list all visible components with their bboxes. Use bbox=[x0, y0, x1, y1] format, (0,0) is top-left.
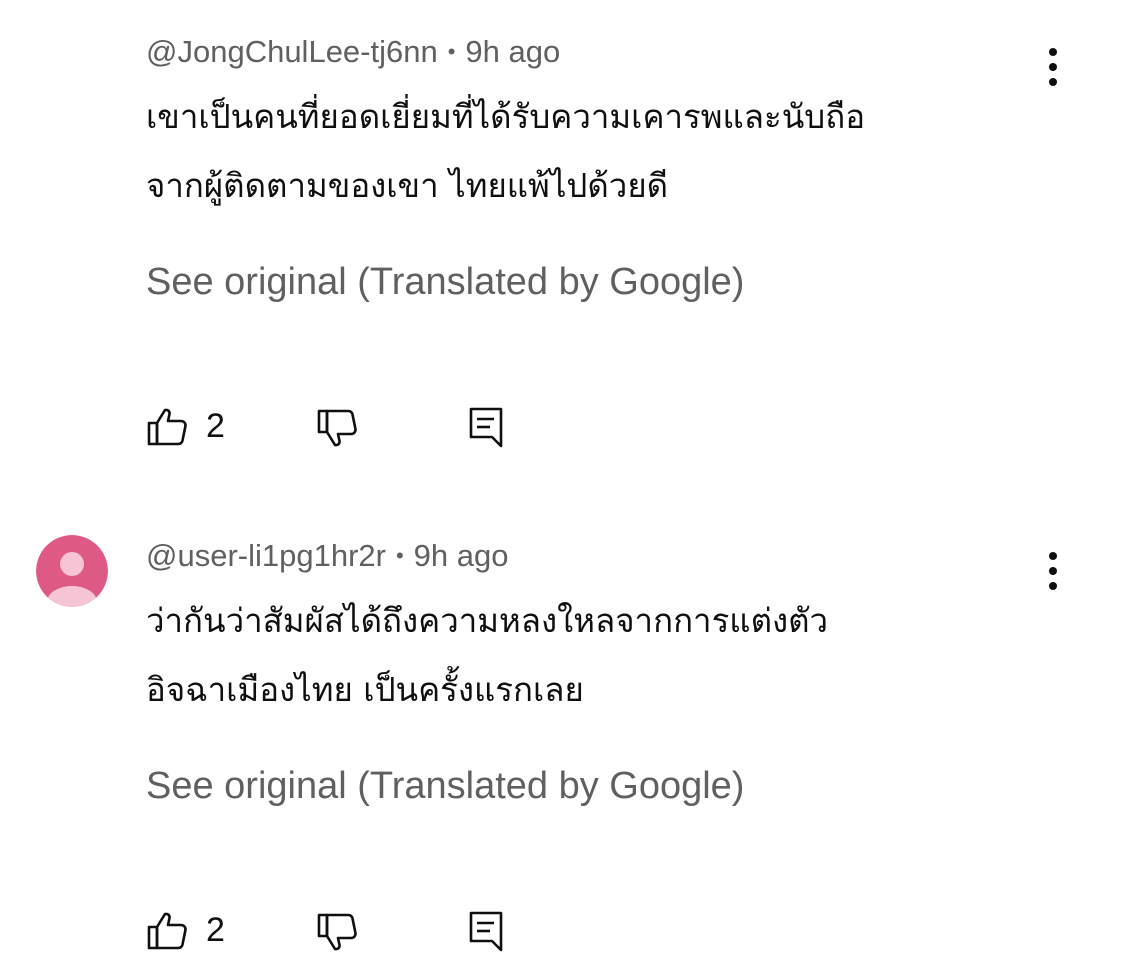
like-button[interactable]: 2 bbox=[146, 909, 225, 951]
meta-separator: • bbox=[447, 39, 456, 64]
comment-author-handle[interactable]: @JongChulLee-tj6nn bbox=[146, 34, 438, 69]
dislike-button[interactable] bbox=[316, 408, 358, 450]
like-count: 2 bbox=[206, 911, 225, 949]
thumbs-up-icon bbox=[147, 912, 187, 950]
user-avatar[interactable] bbox=[36, 535, 108, 607]
thumbs-down-icon bbox=[317, 409, 357, 447]
see-original-link[interactable]: See original (Translated by Google) bbox=[146, 259, 744, 305]
reply-button[interactable] bbox=[468, 406, 504, 448]
comment-text-line: จากผู้ติดตามของเขา ไทยแพ้ไปด้วยดี bbox=[146, 166, 669, 205]
comment-text: เขาเป็นคนที่ยอดเยี่ยมที่ได้รับความเคารพแ… bbox=[146, 82, 1046, 220]
comment-timestamp[interactable]: 9h ago bbox=[465, 34, 560, 69]
comment-text-line: อิจฉาเมืองไทย เป็นครั้งแรกเลย bbox=[146, 670, 584, 709]
comment-text-line: ว่ากันว่าสัมผัสได้ถึงความหลงใหลจากการแต่… bbox=[146, 601, 829, 640]
reply-comment-icon bbox=[469, 911, 503, 952]
like-button[interactable]: 2 bbox=[146, 405, 225, 447]
comment-author-handle[interactable]: @user-li1pg1hr2r bbox=[146, 538, 386, 573]
thumbs-up-icon bbox=[147, 408, 187, 446]
comment-timestamp[interactable]: 9h ago bbox=[414, 538, 509, 573]
default-avatar-icon bbox=[36, 535, 108, 607]
reply-comment-icon bbox=[469, 407, 503, 448]
thumbs-down-icon bbox=[317, 913, 357, 951]
comment-meta: @JongChulLee-tj6nn • 9h ago bbox=[146, 32, 560, 72]
see-original-link[interactable]: See original (Translated by Google) bbox=[146, 763, 744, 809]
like-count: 2 bbox=[206, 407, 225, 445]
comment-text-line: เขาเป็นคนที่ยอดเยี่ยมที่ได้รับความเคารพแ… bbox=[146, 97, 866, 136]
reply-button[interactable] bbox=[468, 910, 504, 952]
comment-item: @JongChulLee-tj6nn • 9h ago เขาเป็นคนที่ยอ… bbox=[0, 0, 1125, 480]
meta-separator: • bbox=[395, 543, 404, 568]
dislike-button[interactable] bbox=[316, 912, 358, 954]
comment-text: ว่ากันว่าสัมผัสได้ถึงความหลงใหลจากการแต่… bbox=[146, 586, 1046, 724]
comment-meta: @user-li1pg1hr2r • 9h ago bbox=[146, 536, 509, 576]
comment-item: @user-li1pg1hr2r • 9h ago ว่ากันว่าสัมผัสไ… bbox=[0, 505, 1125, 972]
